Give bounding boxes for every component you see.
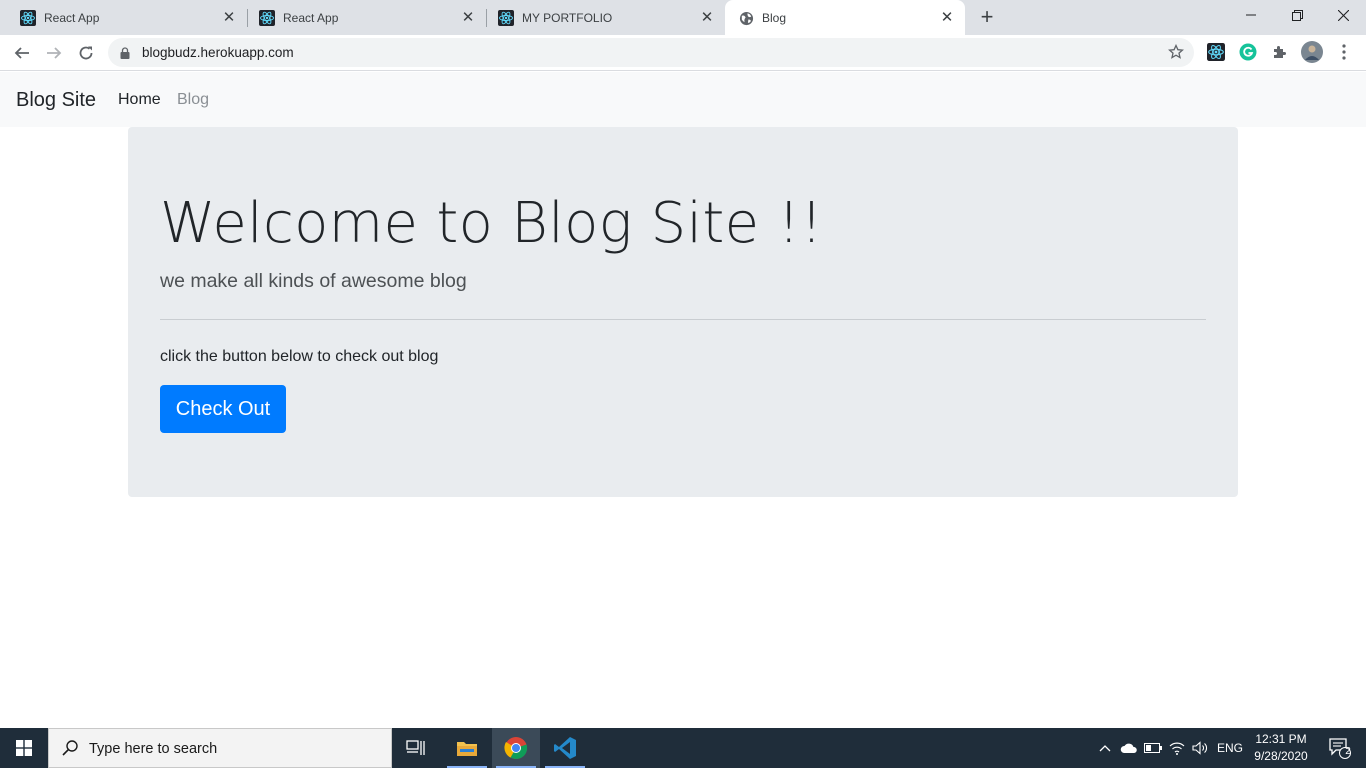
grammarly-extension-icon[interactable] <box>1237 41 1259 63</box>
react-devtools-extension-icon[interactable] <box>1205 41 1227 63</box>
page-title: Welcome to Blog Site !! <box>160 191 823 256</box>
close-icon[interactable]: ✕ <box>699 9 715 26</box>
input-language[interactable]: ENG <box>1214 728 1246 768</box>
wifi-icon[interactable] <box>1166 728 1188 768</box>
profile-avatar[interactable] <box>1301 41 1323 63</box>
navbar-brand[interactable]: Blog Site <box>16 89 96 112</box>
check-out-button[interactable]: Check Out <box>160 385 286 433</box>
browser-tab-strip: React App ✕ React App ✕ MY PORTFOLIO ✕ B… <box>0 0 1366 36</box>
body-text: click the button below to check out blog <box>160 348 439 365</box>
divider <box>160 319 1206 320</box>
url-text[interactable]: blogbudz.herokuapp.com <box>142 45 294 60</box>
lock-icon[interactable] <box>120 46 130 64</box>
react-icon <box>498 9 514 26</box>
tab-blog[interactable]: Blog ✕ <box>725 0 965 36</box>
bookmark-star-icon[interactable] <box>1168 43 1184 65</box>
vscode-taskbar-icon[interactable] <box>541 728 589 768</box>
task-view-icon[interactable] <box>392 728 440 768</box>
address-bar[interactable]: blogbudz.herokuapp.com <box>108 38 1194 67</box>
action-center-icon[interactable]: 2 <box>1320 728 1360 768</box>
lead-text: we make all kinds of awesome blog <box>160 270 467 292</box>
tab-title: React App <box>44 10 100 25</box>
tab-my-portfolio[interactable]: MY PORTFOLIO ✕ <box>478 0 725 35</box>
windows-taskbar: Type here to search ENG 12:31 PM 9/28/20… <box>0 728 1366 768</box>
back-button[interactable] <box>8 39 36 67</box>
system-clock[interactable]: 12:31 PM 9/28/2020 <box>1250 731 1312 765</box>
minimize-button[interactable] <box>1228 0 1274 30</box>
tab-react-app-1[interactable]: React App ✕ <box>0 0 247 35</box>
battery-icon[interactable] <box>1142 728 1164 768</box>
reload-button[interactable] <box>72 39 100 67</box>
browser-toolbar: blogbudz.herokuapp.com <box>0 35 1366 71</box>
clock-time: 12:31 PM <box>1255 732 1307 746</box>
taskbar-search-box[interactable]: Type here to search <box>48 728 392 768</box>
globe-icon <box>738 10 754 26</box>
close-icon[interactable]: ✕ <box>939 10 955 26</box>
clock-date: 9/28/2020 <box>1254 749 1308 763</box>
close-icon[interactable]: ✕ <box>221 9 237 26</box>
search-icon <box>61 739 79 762</box>
nav-link-blog[interactable]: Blog <box>177 91 209 109</box>
react-icon <box>20 9 36 26</box>
close-window-button[interactable] <box>1320 0 1366 30</box>
search-placeholder: Type here to search <box>89 741 218 757</box>
onedrive-cloud-icon[interactable] <box>1118 728 1140 768</box>
close-icon[interactable]: ✕ <box>460 9 476 26</box>
file-explorer-icon[interactable] <box>443 728 491 768</box>
nav-link-home[interactable]: Home <box>118 91 161 109</box>
notification-count-badge: 2 <box>1345 746 1351 757</box>
jumbotron: Welcome to Blog Site !! we make all kind… <box>128 127 1238 497</box>
forward-button[interactable] <box>40 39 68 67</box>
extensions-puzzle-icon[interactable] <box>1269 41 1291 63</box>
site-navbar: Blog Site Home Blog <box>0 72 1366 127</box>
chrome-taskbar-icon[interactable] <box>492 728 540 768</box>
react-icon <box>259 9 275 26</box>
tab-react-app-2[interactable]: React App ✕ <box>239 0 486 35</box>
tab-title: Blog <box>762 11 787 25</box>
windows-start-icon[interactable] <box>0 728 48 768</box>
restore-button[interactable] <box>1274 0 1320 30</box>
show-hidden-icons-chevron-icon[interactable] <box>1095 728 1115 768</box>
chrome-menu-icon[interactable] <box>1333 41 1355 63</box>
volume-icon[interactable] <box>1189 728 1211 768</box>
new-tab-button[interactable]: + <box>975 6 999 30</box>
tab-title: MY PORTFOLIO <box>522 10 613 25</box>
tab-title: React App <box>283 10 339 25</box>
